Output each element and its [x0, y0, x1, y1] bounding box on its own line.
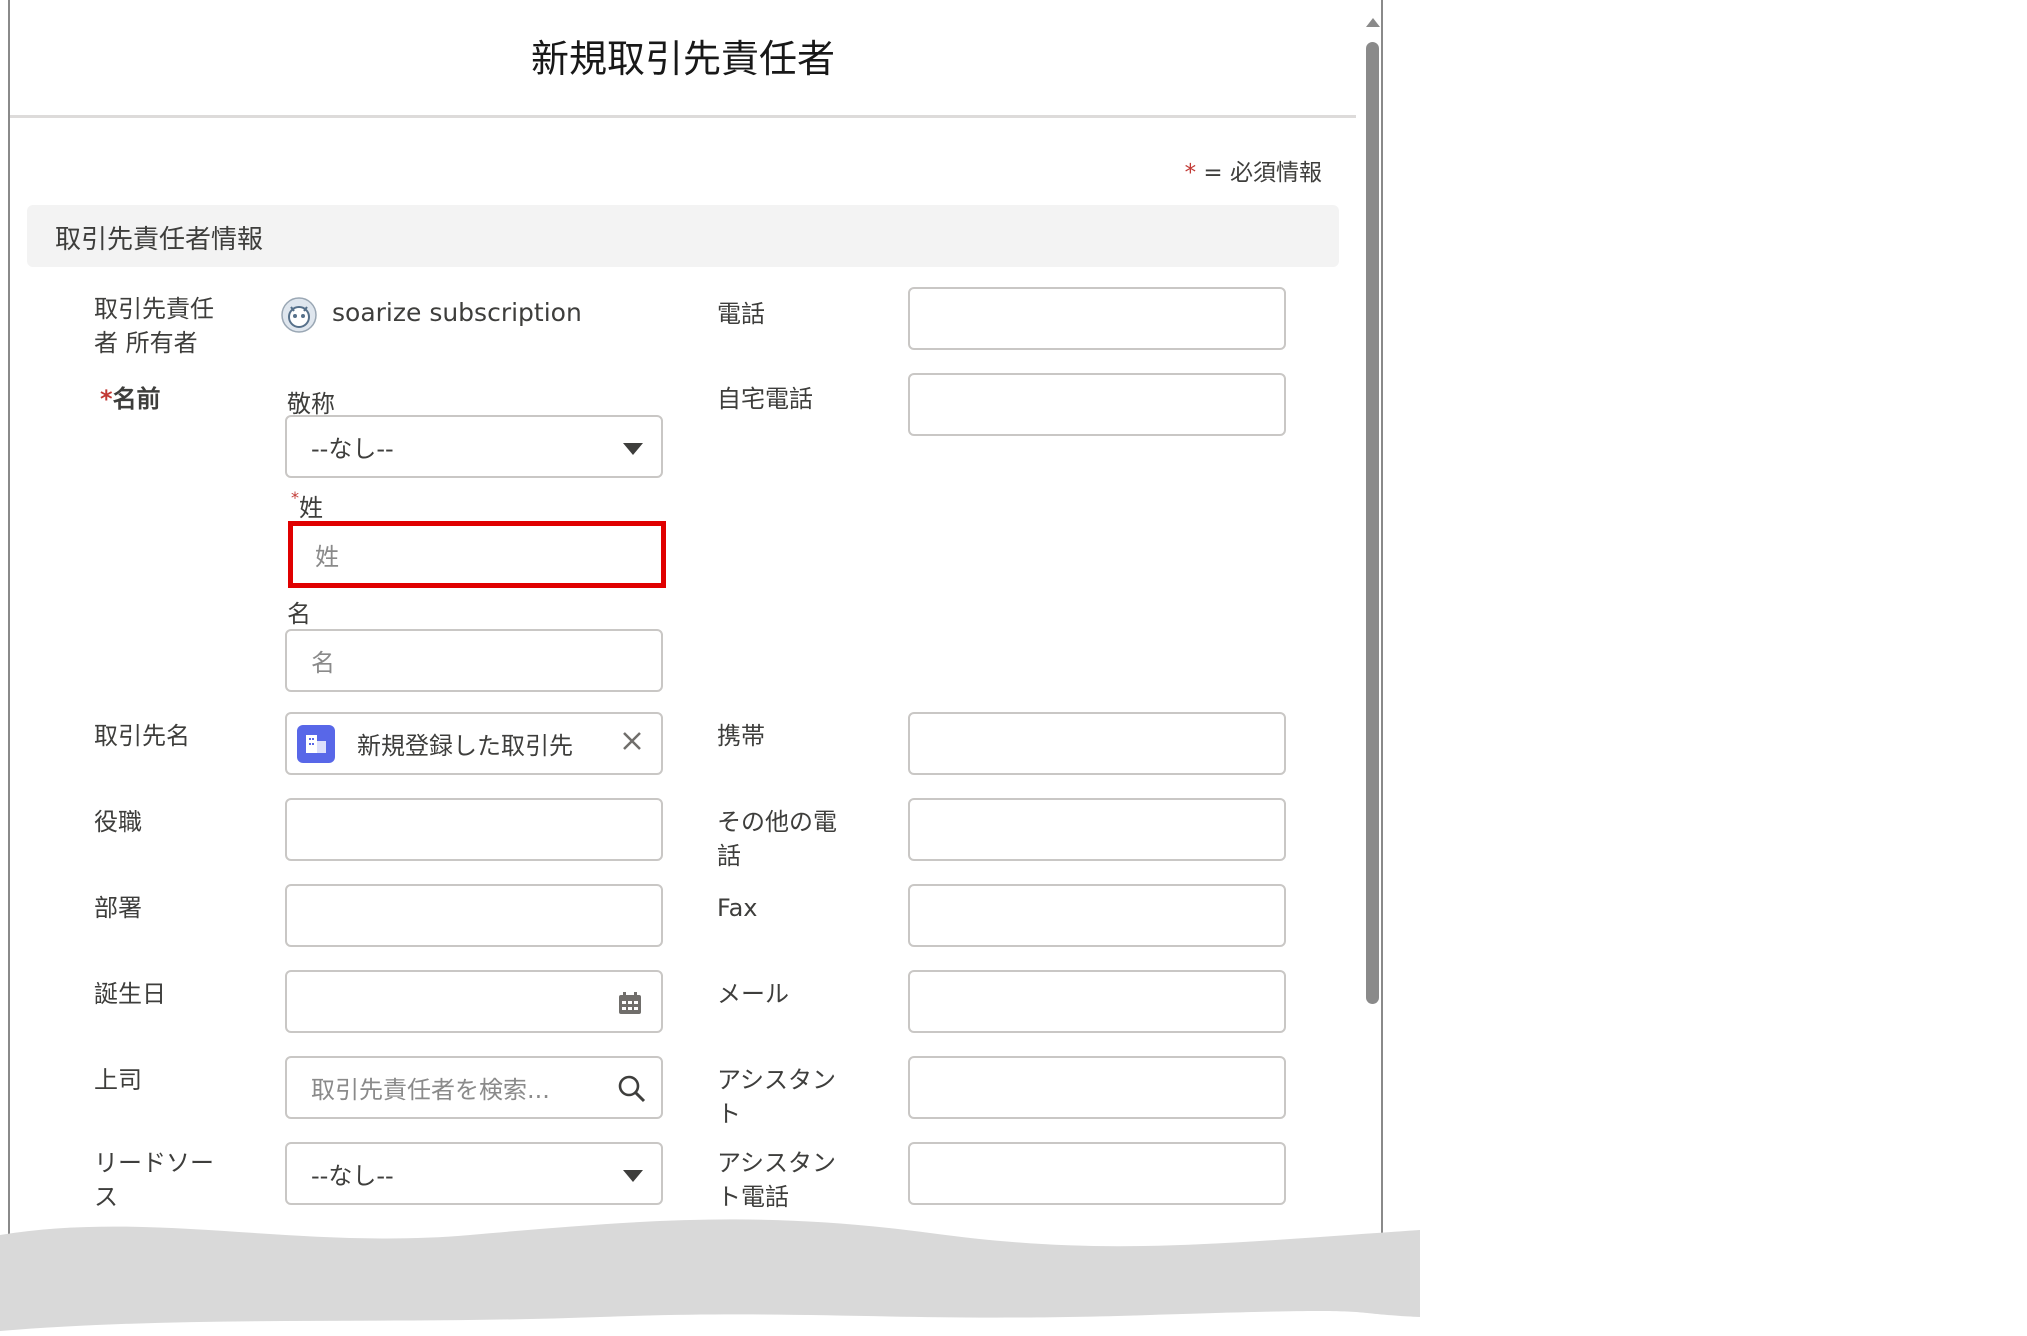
lead-source-label: リードソー ス: [94, 1149, 214, 1211]
required-legend: * = 必須情報: [1185, 153, 1322, 187]
new-contact-modal: 新規取引先責任者 * = 必須情報 取引先責任者情報 取引先責任 者 所有者 s…: [8, 0, 1383, 1336]
reports-to-lookup[interactable]: 取引先責任者を検索...: [285, 1056, 663, 1119]
title-input[interactable]: [285, 798, 663, 861]
other-phone-input[interactable]: [908, 798, 1286, 861]
email-input[interactable]: [908, 970, 1286, 1033]
mobile-input[interactable]: [908, 712, 1286, 775]
scrollbar[interactable]: [1362, 0, 1381, 1334]
search-icon[interactable]: [617, 1074, 647, 1110]
account-value: 新規登録した取引先: [357, 732, 573, 760]
name-label-text: 名前: [112, 385, 161, 413]
salutation-select[interactable]: --なし--: [285, 415, 663, 478]
birthdate-input[interactable]: [285, 970, 663, 1033]
required-legend-text: = 必須情報: [1203, 160, 1322, 186]
header-divider: [10, 115, 1356, 118]
mobile-label: 携帯: [717, 722, 765, 750]
salutation-value: --なし--: [311, 435, 394, 463]
section-header[interactable]: 取引先責任者情報: [27, 205, 1339, 267]
reports-to-label: 上司: [94, 1066, 142, 1094]
assistant-phone-label: アシスタン ト電話: [717, 1149, 837, 1211]
required-star: *: [1184, 160, 1197, 186]
department-label: 部署: [94, 894, 142, 922]
last-name-label: *姓: [291, 488, 323, 523]
section-title: 取引先責任者情報: [55, 225, 264, 255]
scroll-thumb[interactable]: [1366, 42, 1379, 1004]
home-phone-label: 自宅電話: [717, 385, 813, 413]
chevron-down-icon: [623, 1170, 643, 1182]
close-icon[interactable]: [619, 728, 645, 760]
assistant-label: アシスタン ト: [717, 1066, 837, 1128]
salutation-label: 敬称: [287, 390, 335, 418]
reports-to-placeholder: 取引先責任者を検索...: [311, 1076, 550, 1104]
chevron-down-icon: [623, 443, 643, 455]
modal-title: 新規取引先責任者: [530, 37, 835, 81]
lead-source-value: --なし--: [311, 1162, 394, 1190]
calendar-icon[interactable]: [617, 990, 643, 1022]
highlight-box: [288, 521, 666, 588]
fax-input[interactable]: [908, 884, 1286, 947]
birthdate-label: 誕生日: [94, 980, 166, 1008]
last-name-required-star: *: [291, 488, 299, 507]
account-building-icon: [297, 725, 335, 763]
phone-input[interactable]: [908, 287, 1286, 350]
last-name-label-text: 姓: [299, 494, 323, 522]
other-phone-label: その他の電 話: [717, 808, 837, 870]
home-phone-input[interactable]: [908, 373, 1286, 436]
fax-label: Fax: [717, 894, 758, 922]
assistant-phone-input[interactable]: [908, 1142, 1286, 1205]
email-label: メール: [717, 980, 789, 1008]
phone-label: 電話: [717, 300, 765, 328]
department-input[interactable]: [285, 884, 663, 947]
robot-avatar-icon: [281, 297, 317, 333]
first-name-label: 名: [287, 600, 311, 628]
account-lookup[interactable]: 新規登録した取引先: [285, 712, 663, 775]
owner-label: 取引先責任 者 所有者: [94, 295, 214, 357]
torn-edge-overlay: [0, 1219, 1420, 1336]
assistant-input[interactable]: [908, 1056, 1286, 1119]
account-label: 取引先名: [94, 722, 190, 750]
name-required-star: *: [100, 385, 113, 413]
first-name-placeholder: 名: [311, 649, 335, 677]
owner-value[interactable]: soarize subscription: [332, 298, 582, 327]
name-label: *名前: [100, 382, 161, 416]
first-name-input[interactable]: 名: [285, 629, 663, 692]
title-label: 役職: [94, 808, 142, 836]
scroll-up-arrow-icon[interactable]: [1366, 18, 1380, 27]
lead-source-select[interactable]: --なし--: [285, 1142, 663, 1205]
